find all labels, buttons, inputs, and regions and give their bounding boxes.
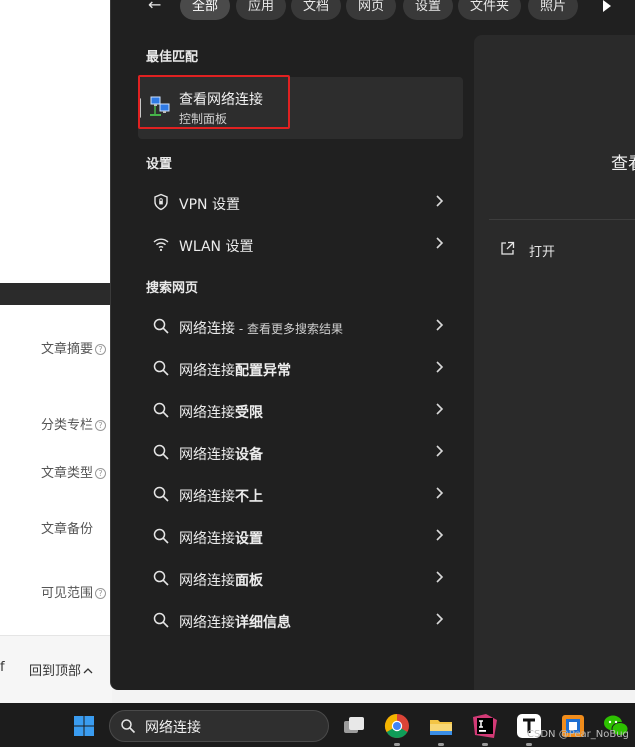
form-label-summary: 文章摘要? [41,338,107,357]
web-suggestion-row[interactable]: 网络连接受限 [138,392,463,428]
csdn-watermark: CSDN @Pear_NoBug [527,729,629,740]
web-suggestion-label: 网络连接详细信息 [179,615,291,631]
running-indicator [482,743,488,746]
taskbar-search-box[interactable] [109,710,329,742]
chevron-right-icon [436,613,444,625]
play-more-icon[interactable] [601,0,613,12]
chevron-right-icon [436,195,444,207]
help-icon: ? [95,344,107,355]
task-view-icon[interactable] [341,713,367,739]
settings-item-vpn[interactable]: VPN 设置 [138,184,463,220]
settings-item-wlan[interactable]: WLAN 设置 [138,226,463,262]
web-suggestion-label: 网络连接面板 [179,573,263,589]
open-action[interactable]: 打开 [529,241,555,260]
preview-divider [489,219,635,220]
filter-tab-photos[interactable]: 照片 [528,0,579,20]
running-indicator [438,743,444,746]
search-icon [121,719,136,734]
search-icon [153,486,169,502]
filter-tab-documents[interactable]: 文档 [291,0,342,20]
chevron-right-icon [436,445,444,457]
chevron-up-icon [83,668,93,674]
form-label-type: 文章类型? [41,462,107,481]
running-indicator [394,743,400,746]
web-result-row[interactable]: 网络连接 - 查看更多搜索结果 [138,308,463,344]
filter-tab-folders[interactable]: 文件夹 [458,0,522,20]
back-to-top-link[interactable]: 回到顶部 [29,660,93,679]
background-page-top [0,0,112,283]
chevron-right-icon [436,237,444,249]
form-label-visibility: 可见范围? [41,582,107,601]
filter-tab-web[interactable]: 网页 [346,0,397,20]
search-icon [153,360,169,376]
search-icon [153,402,169,418]
web-suggestion-label: 网络连接设备 [179,447,263,463]
chrome-icon[interactable] [384,713,410,739]
form-label-category: 分类专栏? [41,414,107,433]
search-icon [153,318,169,334]
filter-tab-settings[interactable]: 设置 [403,0,454,20]
settings-item-label: WLAN 设置 [179,239,254,255]
open-external-icon[interactable] [500,241,515,256]
web-suggestion-row[interactable]: 网络连接设备 [138,434,463,470]
file-explorer-icon[interactable] [428,713,454,739]
search-icon [153,528,169,544]
footer-edge-text: f [0,660,5,675]
back-button[interactable]: ← [148,0,170,14]
web-suggestion-label: 网络连接受限 [179,405,263,421]
chevron-right-icon [436,403,444,415]
chevron-right-icon [436,529,444,541]
web-search-header: 搜索网页 [146,281,199,296]
filter-tab-all[interactable]: 全部 [180,0,231,20]
form-label-backup: 文章备份 [41,522,94,537]
taskbar-search-input[interactable]: 网络连接 [145,717,201,737]
red-annotation-box [138,75,290,129]
web-suggestion-row[interactable]: 网络连接配置异常 [138,350,463,386]
web-suggestion-row[interactable]: 网络连接详细信息 [138,602,463,638]
search-icon [153,612,169,628]
filter-tab-apps[interactable]: 应用 [236,0,287,20]
running-indicator [526,743,532,746]
help-icon: ? [95,468,107,479]
windows-start-icon[interactable] [73,715,95,737]
preview-title: 查看 [611,154,635,174]
preview-pane [474,35,635,690]
search-icon [153,570,169,586]
shield-icon [154,193,168,211]
jetbrains-icon[interactable] [472,713,498,739]
web-suggestion-label: 网络连接不上 [179,489,263,505]
best-match-header: 最佳匹配 [146,50,199,65]
settings-header: 设置 [146,157,173,172]
web-suggestion-row[interactable]: 网络连接面板 [138,560,463,596]
chevron-right-icon [436,319,444,331]
web-suggestion-label: 网络连接设置 [179,531,263,547]
chevron-right-icon [436,361,444,373]
chevron-right-icon [436,571,444,583]
help-icon: ? [95,588,107,599]
web-suggestion-row[interactable]: 网络连接设置 [138,518,463,554]
web-result-label: 网络连接 - 查看更多搜索结果 [179,321,343,337]
web-suggestion-row[interactable]: 网络连接不上 [138,476,463,512]
wifi-icon [153,238,169,252]
settings-item-label: VPN 设置 [179,197,240,213]
chevron-right-icon [436,487,444,499]
background-page-toolbar [0,283,112,305]
help-icon: ? [95,420,107,431]
web-suggestion-label: 网络连接配置异常 [179,363,291,379]
search-icon [153,444,169,460]
